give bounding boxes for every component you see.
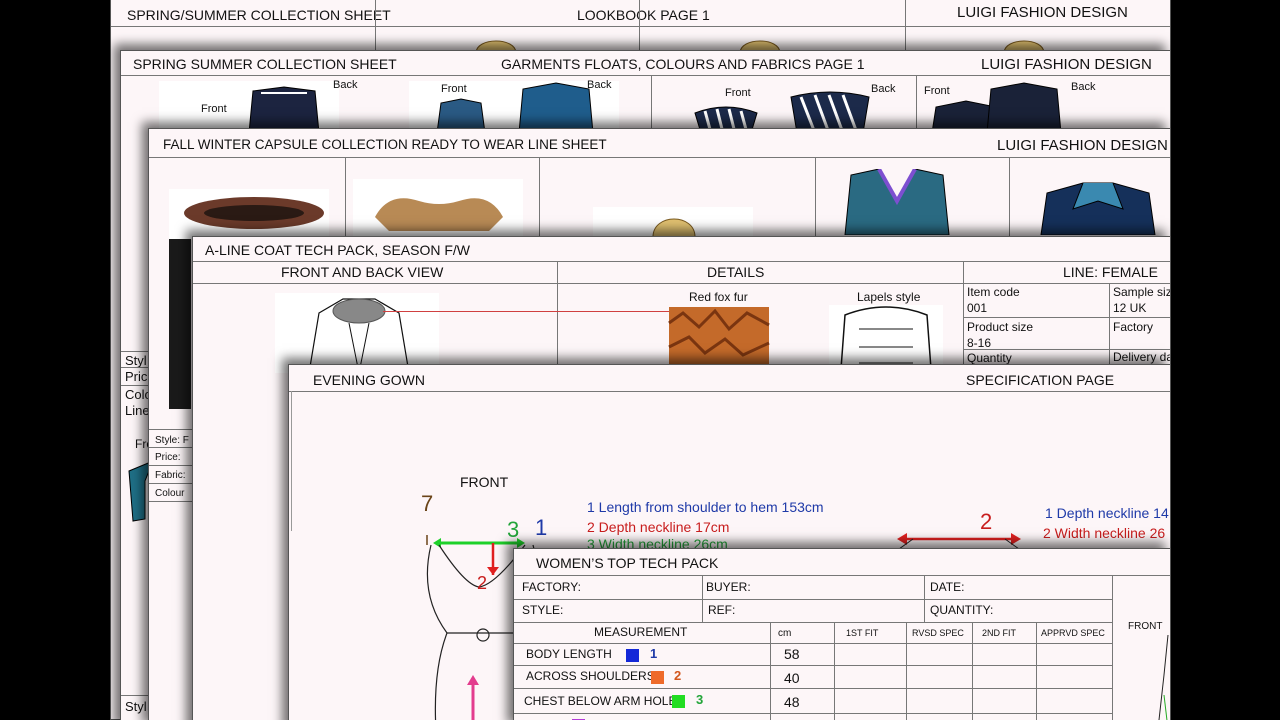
detail-label-lapels: Lapels style (857, 290, 921, 304)
row-label-style: Styl (125, 699, 147, 714)
front-label: Front (725, 87, 751, 99)
header-apprvd-spec: APPRVD SPEC (1041, 628, 1105, 638)
front-label: FRONT (1128, 621, 1163, 632)
denim-jacket-back-illustration (518, 82, 594, 133)
document-stack: SPRING/SUMMER COLLECTION SHEET LOOKBOOK … (110, 0, 1171, 720)
row-label-style: Styl (125, 353, 147, 368)
sheet-title: A-LINE COAT TECH PACK, SEASON F/W (205, 242, 471, 258)
blazer-back-illustration (986, 82, 1062, 133)
front-label: Front (201, 103, 227, 115)
brand-name: LUIGI FASHION DESIGN (981, 56, 1152, 73)
note-right-width: 2 Width neckline 26 (1043, 525, 1166, 541)
row-num-3: 3 (696, 692, 704, 707)
marker-7: 7 (421, 491, 434, 516)
sheet-subtitle: LOOKBOOK PAGE 1 (577, 7, 710, 23)
front-label: Front (441, 83, 467, 95)
sheet-title: FALL WINTER CAPSULE COLLECTION READY TO … (163, 137, 607, 152)
info-value-sample-size: 12 UK (1113, 301, 1147, 315)
header-2nd-fit: 2ND FIT (982, 628, 1017, 638)
column-header-line: LINE: FEMALE (1063, 264, 1158, 280)
sheet-title: SPRING SUMMER COLLECTION SHEET (133, 56, 397, 72)
note-right-depth: 1 Depth neckline 14 (1045, 505, 1169, 521)
sheet-title: WOMEN’S TOP TECH PACK (536, 555, 719, 571)
front-label: Front (924, 85, 950, 97)
womens-top-tech-pack: WOMEN’S TOP TECH PACK FACTORY: BUYER: DA… (513, 548, 1171, 720)
label-fabric: Fabric: (155, 470, 186, 481)
info-label-delivery: Delivery da (1113, 350, 1171, 364)
info-value-product-size: 8-16 (967, 336, 992, 350)
brand-name: LUIGI FASHION DESIGN (997, 137, 1168, 154)
row-num-1: 1 (650, 646, 658, 661)
label-colour: Colour (155, 488, 185, 499)
swatch-green (672, 695, 685, 708)
jacket-back-illustration (248, 86, 320, 133)
detail-label-fur: Red fox fur (689, 290, 748, 304)
sheet-subtitle: SPECIFICATION PAGE (966, 372, 1115, 388)
info-label-factory: Factory (1113, 320, 1154, 334)
row-cm-body-length: 58 (784, 646, 800, 662)
info-label-sample-size: Sample size (1113, 285, 1170, 299)
column-header-details: DETAILS (707, 264, 765, 280)
striped-top-back-illustration (790, 91, 870, 133)
label-style: Style: F (155, 435, 189, 446)
field-quantity: QUANTITY: (930, 603, 994, 617)
info-label-quantity: Quantity (967, 351, 1012, 365)
top-front-illustration (1158, 635, 1169, 720)
coat-front-illustration (308, 298, 410, 373)
row-name-body-length: BODY LENGTH (526, 647, 612, 661)
row-cm-across-shoulders: 40 (784, 670, 800, 686)
row-name-chest-below-arm-hole: CHEST BELOW ARM HOLE (524, 694, 677, 708)
label-price: Price: (155, 452, 181, 463)
red-fox-fur-swatch (668, 307, 770, 369)
info-label-item-code: Item code (967, 285, 1020, 299)
swatch-orange (651, 671, 664, 684)
header-rvsd-spec: RVSD SPEC (912, 628, 964, 638)
fur-stole-illustration (375, 198, 503, 231)
sheet-title: SPRING/SUMMER COLLECTION SHEET (127, 7, 391, 23)
marker-2: 2 (477, 573, 488, 593)
info-value-item-code: 001 (967, 301, 988, 315)
denim-coat-illustration (1040, 182, 1156, 235)
brand-name: LUIGI FASHION DESIGN (957, 4, 1128, 21)
knit-top-illustration (844, 169, 950, 235)
note-length: 1 Length from shoulder to hem 153cm (587, 499, 824, 515)
field-date: DATE: (930, 580, 965, 594)
lapel-detail-illustration (840, 306, 932, 369)
field-style: STYLE: (522, 603, 564, 617)
row-num-2: 2 (674, 668, 682, 683)
note-depth-neckline: 2 Depth neckline 17cm (587, 519, 730, 535)
field-ref: REF: (708, 603, 736, 617)
header-cm: cm (778, 628, 792, 639)
field-buyer: BUYER: (706, 580, 751, 594)
fur-collar-illustration (184, 197, 324, 229)
header-1st-fit: 1ST FIT (846, 628, 879, 638)
sheet-subtitle: GARMENTS FLOATS, COLOURS AND FABRICS PAG… (501, 56, 865, 72)
front-label: FRONT (460, 474, 509, 490)
header-measurement: MEASUREMENT (594, 625, 688, 639)
row-cm-chest: 48 (784, 694, 800, 710)
sheet-title: EVENING GOWN (313, 372, 426, 388)
row-label-line: Line (125, 403, 150, 418)
back-label: Back (333, 79, 358, 91)
model-head-illustration (652, 218, 696, 237)
swatch-blue (626, 649, 639, 662)
row-name-across-shoulders: ACROSS SHOULDERS (526, 669, 655, 683)
column-header-front-back: FRONT AND BACK VIEW (281, 264, 444, 280)
info-label-product-size: Product size (967, 320, 1034, 334)
back-label: Back (1071, 81, 1096, 93)
field-factory: FACTORY: (522, 580, 581, 594)
row-label-price: Pric (125, 369, 148, 384)
